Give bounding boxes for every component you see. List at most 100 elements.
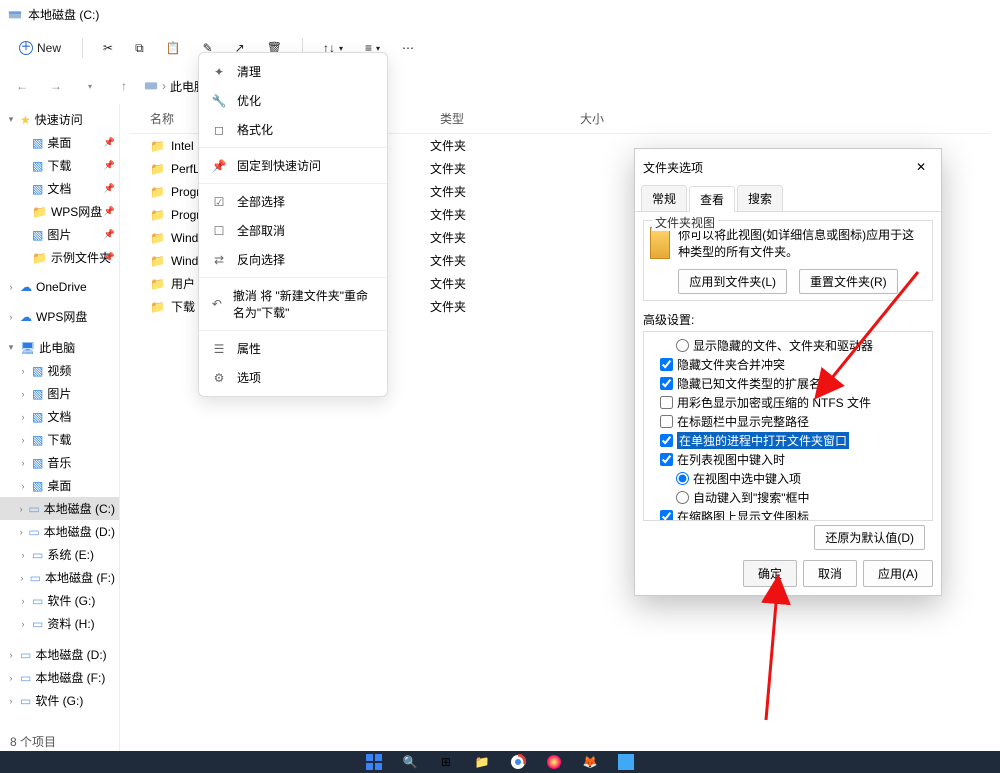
tree-node[interactable]: ›▭系统 (E:) [0, 543, 119, 566]
expander-icon[interactable]: › [18, 619, 28, 629]
tree-node[interactable]: ›▭资料 (H:) [0, 612, 119, 635]
advanced-item[interactable]: 自动键入到"搜索"框中 [650, 488, 926, 507]
start-button[interactable] [364, 752, 384, 772]
back-button[interactable]: ← [8, 72, 36, 100]
advanced-item[interactable]: 在标题栏中显示完整路径 [650, 412, 926, 431]
advanced-item[interactable]: 在单独的进程中打开文件夹窗口 [650, 431, 926, 450]
tree-node[interactable]: ›▧图片 [0, 382, 119, 405]
expander-icon[interactable]: › [6, 673, 16, 683]
checkbox-input[interactable] [660, 377, 673, 390]
checkbox-input[interactable] [660, 510, 673, 521]
new-button[interactable]: ＋ New [10, 36, 70, 60]
expander-icon[interactable]: › [18, 435, 28, 445]
tree-node[interactable]: ▧文档📌 [0, 177, 119, 200]
expander-icon[interactable]: › [18, 481, 28, 491]
tree-node[interactable]: ▾★快速访问 [0, 108, 119, 131]
tree-node[interactable]: 📁WPS网盘📌 [0, 200, 119, 223]
expander-icon[interactable]: › [6, 282, 16, 292]
cancel-button[interactable]: 取消 [803, 560, 857, 587]
tree-node[interactable]: ›▧下载 [0, 428, 119, 451]
advanced-item[interactable]: 在列表视图中键入时 [650, 450, 926, 469]
expander-icon[interactable]: › [18, 458, 28, 468]
expander-icon[interactable]: › [18, 504, 24, 514]
nav-tree[interactable]: ▾★快速访问▧桌面📌▧下载📌▧文档📌📁WPS网盘📌▧图片📌📁示例文件夹📌›☁On… [0, 104, 120, 751]
menu-item[interactable]: ☐全部取消 [199, 216, 387, 245]
copy-button[interactable]: ⧉ [127, 37, 152, 60]
ok-button[interactable]: 确定 [743, 560, 797, 587]
tree-node[interactable]: ›▭本地磁盘 (D:) [0, 520, 119, 543]
expander-icon[interactable]: › [18, 389, 28, 399]
app-icon-2[interactable]: 🦊 [580, 752, 600, 772]
tree-node[interactable]: ›▭软件 (G:) [0, 589, 119, 612]
tree-node[interactable]: ›☁OneDrive [0, 277, 119, 297]
expander-icon[interactable]: ▾ [6, 342, 16, 353]
close-button[interactable]: ✕ [909, 155, 933, 179]
reset-folders-button[interactable]: 重置文件夹(R) [799, 269, 898, 294]
app-icon[interactable] [544, 752, 564, 772]
menu-item[interactable]: ✦清理 [199, 57, 387, 86]
expander-icon[interactable]: › [18, 596, 28, 606]
tree-node[interactable]: ›▭本地磁盘 (D:) [0, 643, 119, 666]
menu-item[interactable]: ◻格式化 [199, 115, 387, 144]
menu-item[interactable]: ☰属性 [199, 334, 387, 363]
advanced-item[interactable]: 在缩略图上显示文件图标 [650, 507, 926, 521]
tree-node[interactable]: ›▧音乐 [0, 451, 119, 474]
col-size[interactable]: 大小 [580, 110, 640, 127]
tree-node[interactable]: ›☁WPS网盘 [0, 305, 119, 328]
menu-item[interactable]: ↶撤消 将 "新建文件夹"重命名为"下载" [199, 281, 387, 327]
advanced-item[interactable]: 在视图中选中键入项 [650, 469, 926, 488]
tree-node[interactable]: ▾🖥此电脑 [0, 336, 119, 359]
expander-icon[interactable]: › [6, 312, 16, 322]
menu-item[interactable]: 📌固定到快速访问 [199, 151, 387, 180]
expander-icon[interactable]: ▾ [6, 114, 16, 125]
advanced-item[interactable]: 隐藏文件夹合并冲突 [650, 355, 926, 374]
radio-input[interactable] [676, 472, 689, 485]
menu-item[interactable]: ☑全部选择 [199, 187, 387, 216]
checkbox-input[interactable] [660, 453, 673, 466]
tree-node[interactable]: ›▭本地磁盘 (F:) [0, 666, 119, 689]
explorer-icon[interactable]: 📁 [472, 752, 492, 772]
advanced-item[interactable]: 显示隐藏的文件、文件夹和驱动器 [650, 336, 926, 355]
tab-view[interactable]: 查看 [689, 186, 735, 212]
tree-node[interactable]: ›▧文档 [0, 405, 119, 428]
radio-input[interactable] [676, 491, 689, 504]
tree-node[interactable]: ›▧桌面 [0, 474, 119, 497]
expander-icon[interactable]: › [18, 412, 28, 422]
tree-node[interactable]: 📁示例文件夹📌 [0, 246, 119, 269]
expander-icon[interactable]: › [6, 650, 16, 660]
tree-node[interactable]: ›▭本地磁盘 (F:) [0, 566, 119, 589]
radio-input[interactable] [676, 339, 689, 352]
app-icon-3[interactable] [616, 752, 636, 772]
tab-general[interactable]: 常规 [641, 185, 687, 211]
restore-defaults-button[interactable]: 还原为默认值(D) [814, 525, 925, 550]
tree-node[interactable]: ›▭本地磁盘 (C:) [0, 497, 119, 520]
chevron-down-icon[interactable]: ▾ [76, 72, 104, 100]
tab-search[interactable]: 搜索 [737, 185, 783, 211]
expander-icon[interactable]: › [18, 366, 28, 376]
menu-item[interactable]: ⚙选项 [199, 363, 387, 392]
expander-icon[interactable]: › [6, 696, 16, 706]
taskview-icon[interactable]: ⊞ [436, 752, 456, 772]
expander-icon[interactable]: › [18, 573, 26, 583]
chrome-icon[interactable] [508, 752, 528, 772]
checkbox-input[interactable] [660, 396, 673, 409]
forward-button[interactable]: → [42, 72, 70, 100]
menu-item[interactable]: 🔧优化 [199, 86, 387, 115]
taskbar[interactable]: 🔍 ⊞ 📁 🦊 [0, 751, 1000, 773]
tree-node[interactable]: ▧桌面📌 [0, 131, 119, 154]
apply-button[interactable]: 应用(A) [863, 560, 933, 587]
up-button[interactable]: ↑ [110, 72, 138, 100]
checkbox-input[interactable] [660, 415, 673, 428]
advanced-item[interactable]: 用彩色显示加密或压缩的 NTFS 文件 [650, 393, 926, 412]
checkbox-input[interactable] [660, 358, 673, 371]
tree-node[interactable]: ›▧视频 [0, 359, 119, 382]
paste-button[interactable]: 📋 [158, 37, 189, 59]
expander-icon[interactable]: › [18, 527, 24, 537]
advanced-item[interactable]: 隐藏已知文件类型的扩展名 [650, 374, 926, 393]
advanced-settings-list[interactable]: 显示隐藏的文件、文件夹和驱动器隐藏文件夹合并冲突隐藏已知文件类型的扩展名用彩色显… [643, 331, 933, 521]
expander-icon[interactable]: › [18, 550, 28, 560]
search-icon[interactable]: 🔍 [400, 752, 420, 772]
col-type[interactable]: 类型 [440, 110, 520, 127]
checkbox-input[interactable] [660, 434, 673, 447]
tree-node[interactable]: ▧图片📌 [0, 223, 119, 246]
